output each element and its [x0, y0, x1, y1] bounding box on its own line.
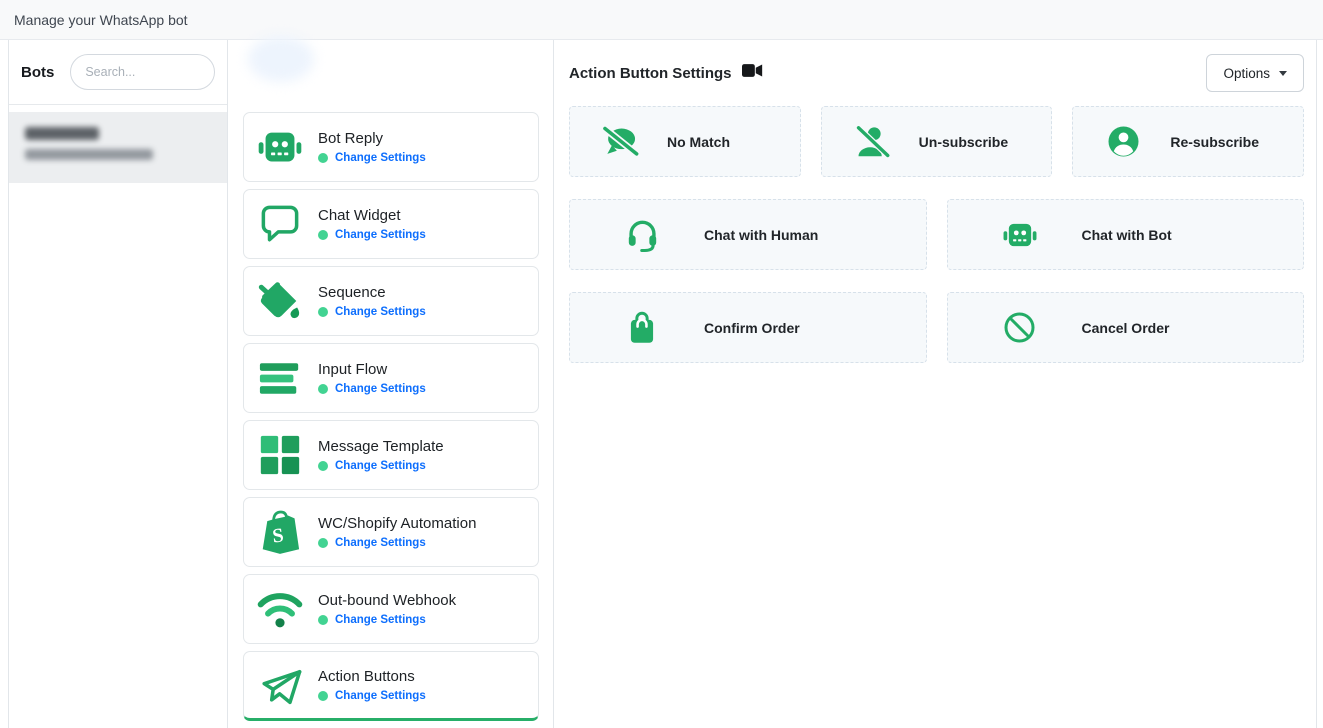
- sidebar-title: Bots: [21, 64, 54, 81]
- blurred-avatar-blob: [248, 36, 314, 82]
- feature-card-action-buttons[interactable]: Action Buttons Change Settings: [243, 651, 539, 721]
- action-label: Un-subscribe: [919, 134, 1008, 150]
- robot-icon: [1000, 220, 1040, 250]
- wifi-icon: [256, 586, 303, 633]
- paper-plane-icon: [256, 662, 303, 709]
- comment-slash-icon: [600, 126, 640, 158]
- change-settings-link[interactable]: Change Settings: [335, 383, 426, 395]
- action-label: Cancel Order: [1082, 320, 1170, 336]
- change-settings-link[interactable]: Change Settings: [335, 537, 426, 549]
- action-label: Confirm Order: [704, 320, 800, 336]
- fill-drip-icon: [256, 278, 303, 325]
- action-card-chat-with-bot[interactable]: Chat with Bot: [947, 199, 1305, 270]
- change-settings-link[interactable]: Change Settings: [335, 229, 426, 241]
- bot-phone-redacted: [25, 149, 153, 160]
- panel-header: Action Button Settings Options: [569, 54, 1304, 92]
- feature-title: WC/Shopify Automation: [318, 515, 476, 532]
- feature-title: Action Buttons: [318, 668, 426, 685]
- action-card-chat-with-human[interactable]: Chat with Human: [569, 199, 927, 270]
- status-dot: [318, 230, 328, 240]
- action-buttons-row-3: Confirm Order Cancel Order: [569, 292, 1304, 363]
- options-button-label: Options: [1223, 66, 1270, 81]
- feature-title: Sequence: [318, 284, 426, 301]
- status-dot: [318, 384, 328, 394]
- page-title: Manage your WhatsApp bot: [14, 12, 188, 28]
- bots-sidebar: Bots: [8, 40, 228, 728]
- feature-title: Bot Reply: [318, 130, 426, 147]
- ban-icon: [1000, 311, 1040, 344]
- action-label: No Match: [667, 134, 730, 150]
- feature-card-bot-reply[interactable]: Bot Reply Change Settings: [243, 112, 539, 182]
- feature-card-outbound-webhook[interactable]: Out-bound Webhook Change Settings: [243, 574, 539, 644]
- action-card-re-subscribe[interactable]: Re-subscribe: [1072, 106, 1304, 177]
- status-dot: [318, 153, 328, 163]
- action-button-settings-panel: Action Button Settings Options: [553, 40, 1317, 728]
- action-card-un-subscribe[interactable]: Un-subscribe: [821, 106, 1053, 177]
- feature-card-message-template[interactable]: Message Template Change Settings: [243, 420, 539, 490]
- search-input[interactable]: [70, 54, 215, 90]
- main-content: Bots: [0, 40, 1323, 728]
- change-settings-link[interactable]: Change Settings: [335, 306, 426, 318]
- chevron-down-icon: [1279, 71, 1287, 76]
- topbar: Manage your WhatsApp bot: [0, 0, 1323, 40]
- headset-icon: [622, 217, 662, 252]
- feature-title: Chat Widget: [318, 207, 426, 224]
- action-buttons-row-2: Chat with Human Chat with Bot: [569, 199, 1304, 270]
- status-dot: [318, 615, 328, 625]
- action-card-cancel-order[interactable]: Cancel Order: [947, 292, 1305, 363]
- panel-title: Action Button Settings: [569, 65, 731, 82]
- feature-card-sequence[interactable]: Sequence Change Settings: [243, 266, 539, 336]
- feature-title: Message Template: [318, 438, 444, 455]
- chat-bubble-icon: [256, 201, 303, 248]
- user-slash-icon: [852, 125, 892, 159]
- status-dot: [318, 307, 328, 317]
- change-settings-link[interactable]: Change Settings: [335, 690, 426, 702]
- feature-card-input-flow[interactable]: Input Flow Change Settings: [243, 343, 539, 413]
- feature-title: Out-bound Webhook: [318, 592, 456, 609]
- feature-title: Input Flow: [318, 361, 426, 378]
- action-label: Re-subscribe: [1170, 134, 1259, 150]
- sidebar-header: Bots: [9, 40, 227, 105]
- feature-card-chat-widget[interactable]: Chat Widget Change Settings: [243, 189, 539, 259]
- action-label: Chat with Bot: [1082, 227, 1172, 243]
- grid-icon: [256, 432, 303, 479]
- change-settings-link[interactable]: Change Settings: [335, 152, 426, 164]
- change-settings-link[interactable]: Change Settings: [335, 614, 426, 626]
- action-card-confirm-order[interactable]: Confirm Order: [569, 292, 927, 363]
- action-label: Chat with Human: [704, 227, 818, 243]
- bot-list-item-selected[interactable]: [9, 112, 227, 183]
- feature-column: Bot Reply Change Settings Chat Widget: [228, 40, 553, 728]
- video-camera-icon[interactable]: [742, 62, 764, 84]
- action-card-no-match[interactable]: No Match: [569, 106, 801, 177]
- user-circle-icon: [1103, 125, 1143, 158]
- action-buttons-row-1: No Match Un-subscribe: [569, 106, 1304, 177]
- status-dot: [318, 461, 328, 471]
- status-dot: [318, 538, 328, 548]
- robot-icon: [256, 124, 303, 171]
- shopify-bag-icon: S: [256, 509, 303, 556]
- feature-card-list: Bot Reply Change Settings Chat Widget: [243, 112, 539, 721]
- bars-icon: [256, 355, 303, 402]
- shopping-bag-icon: [622, 311, 662, 345]
- options-button[interactable]: Options: [1206, 54, 1304, 92]
- feature-card-shopify-automation[interactable]: S WC/Shopify Automation Change Settings: [243, 497, 539, 567]
- status-dot: [318, 691, 328, 701]
- change-settings-link[interactable]: Change Settings: [335, 460, 426, 472]
- bot-name-redacted: [25, 127, 99, 140]
